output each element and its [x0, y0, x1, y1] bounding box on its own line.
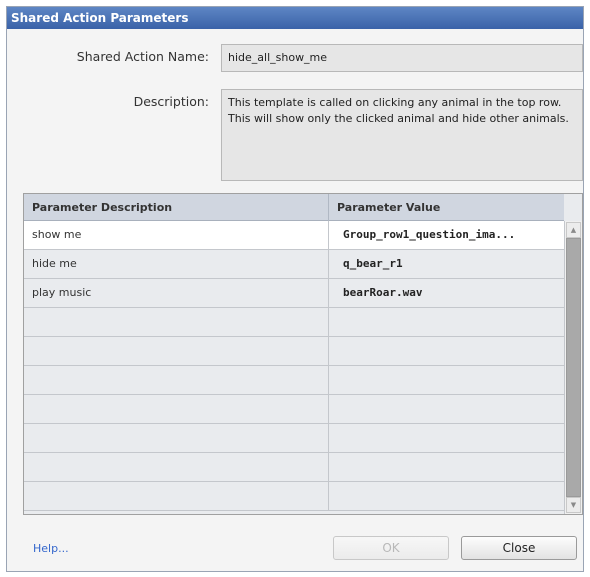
- parameter-value-cell[interactable]: [329, 395, 564, 423]
- column-header-parameter-description[interactable]: Parameter Description: [24, 194, 329, 221]
- description-label: Description:: [133, 94, 209, 109]
- parameter-description-cell[interactable]: [24, 482, 329, 510]
- parameter-value-cell[interactable]: [329, 424, 564, 452]
- table-row[interactable]: [24, 424, 564, 453]
- parameter-description-cell[interactable]: [24, 424, 329, 452]
- table-row[interactable]: [24, 482, 564, 511]
- shared-action-name-label: Shared Action Name:: [76, 49, 209, 64]
- dialog-title: Shared Action Parameters: [7, 7, 583, 29]
- table-row[interactable]: [24, 366, 564, 395]
- parameter-description-cell[interactable]: show me: [24, 221, 329, 249]
- ok-button[interactable]: OK: [333, 536, 449, 560]
- table-row[interactable]: [24, 395, 564, 424]
- parameter-value-cell[interactable]: [329, 366, 564, 394]
- description-field[interactable]: This template is called on clicking any …: [221, 89, 583, 181]
- shared-action-parameters-dialog: Shared Action Parameters Shared Action N…: [6, 6, 584, 572]
- parameter-value-cell[interactable]: [329, 453, 564, 481]
- parameter-description-cell[interactable]: hide me: [24, 250, 329, 278]
- table-row[interactable]: [24, 453, 564, 482]
- scroll-up-arrow-icon[interactable]: ▲: [566, 222, 581, 238]
- table-row[interactable]: hide me q_bear_r1: [24, 250, 564, 279]
- table-row[interactable]: play music bearRoar.wav: [24, 279, 564, 308]
- parameter-value-cell[interactable]: Group_row1_question_ima...: [329, 221, 564, 249]
- parameter-value-cell[interactable]: [329, 308, 564, 336]
- table-row[interactable]: [24, 337, 564, 366]
- parameter-description-cell[interactable]: [24, 366, 329, 394]
- grid-header: Parameter Description Parameter Value: [24, 194, 564, 221]
- column-header-parameter-value[interactable]: Parameter Value: [329, 194, 564, 221]
- table-row[interactable]: [24, 308, 564, 337]
- vertical-scrollbar[interactable]: ▲ ▼: [564, 221, 582, 514]
- parameter-description-cell[interactable]: [24, 395, 329, 423]
- scroll-down-arrow-icon[interactable]: ▼: [566, 497, 581, 513]
- parameter-value-cell[interactable]: [329, 337, 564, 365]
- parameter-value-cell[interactable]: q_bear_r1: [329, 250, 564, 278]
- parameter-description-cell[interactable]: [24, 453, 329, 481]
- help-link[interactable]: Help...: [33, 542, 69, 555]
- parameters-grid: Parameter Description Parameter Value sh…: [23, 193, 583, 515]
- parameter-description-cell[interactable]: [24, 308, 329, 336]
- shared-action-name-field[interactable]: hide_all_show_me: [221, 44, 583, 72]
- table-row[interactable]: show me Group_row1_question_ima...: [24, 221, 564, 250]
- parameter-description-cell[interactable]: play music: [24, 279, 329, 307]
- parameter-description-cell[interactable]: [24, 337, 329, 365]
- scrollbar-thumb[interactable]: [566, 238, 581, 497]
- close-button[interactable]: Close: [461, 536, 577, 560]
- parameter-value-cell[interactable]: [329, 482, 564, 510]
- parameter-value-cell[interactable]: bearRoar.wav: [329, 279, 564, 307]
